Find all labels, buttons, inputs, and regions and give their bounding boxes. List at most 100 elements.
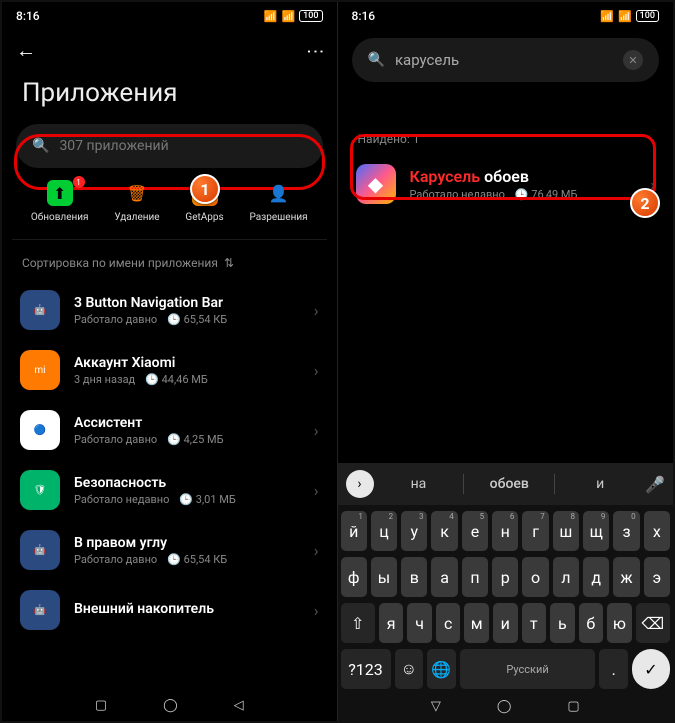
search-input[interactable]: 🔍 307 приложений bbox=[16, 124, 323, 168]
key[interactable]: у3 bbox=[401, 511, 427, 551]
battery-icon: 100 bbox=[299, 10, 322, 22]
app-row[interactable]: 🤖 Внешний накопитель › bbox=[2, 580, 337, 640]
app-subtitle: Работало недавно🕒 3,01 МБ bbox=[74, 493, 300, 506]
back-button[interactable]: ← bbox=[16, 38, 36, 63]
result-title: Карусель обоев bbox=[410, 167, 637, 186]
annotation-badge-1: 1 bbox=[190, 174, 220, 204]
app-icon: mi bbox=[20, 350, 60, 390]
globe-key[interactable]: 🌐 bbox=[427, 649, 456, 689]
nav-back-kbd[interactable]: ▽ bbox=[431, 699, 441, 714]
chevron-right-icon: › bbox=[314, 361, 319, 380]
expand-icon[interactable]: › bbox=[346, 470, 374, 498]
mic-icon[interactable]: 🎤 bbox=[645, 475, 665, 494]
app-row[interactable]: 🤖 В правом углу Работало давно🕒 65,54 КБ… bbox=[2, 520, 337, 580]
key[interactable]: а bbox=[431, 557, 457, 597]
app-icon: 🤖 bbox=[20, 590, 60, 630]
suggestion[interactable]: и bbox=[563, 476, 637, 492]
key[interactable]: ц2 bbox=[371, 511, 397, 551]
key[interactable]: з0 bbox=[613, 511, 639, 551]
key[interactable]: э bbox=[644, 557, 670, 597]
app-row[interactable]: 🤖 3 Button Navigation Bar Работало давно… bbox=[2, 280, 337, 340]
page-title: Приложения bbox=[2, 70, 337, 124]
key[interactable]: т bbox=[522, 603, 547, 643]
shift-key[interactable]: ⇧ bbox=[341, 603, 375, 643]
key[interactable]: ы bbox=[371, 557, 397, 597]
key[interactable]: й1 bbox=[341, 511, 367, 551]
key[interactable]: р bbox=[492, 557, 518, 597]
key[interactable]: ш8 bbox=[553, 511, 579, 551]
nav-recent[interactable]: ▢ bbox=[95, 698, 107, 713]
key[interactable]: ю bbox=[607, 603, 632, 643]
search-input[interactable]: 🔍 карусель ✕ bbox=[352, 38, 660, 82]
app-name: Безопасность bbox=[74, 475, 300, 491]
android-nav-bar: ▽ ◯ ▢ bbox=[341, 695, 671, 717]
battery-icon: 100 bbox=[636, 10, 659, 22]
action-delete[interactable]: 🗑 Удаление bbox=[114, 180, 159, 223]
chevron-right-icon: › bbox=[314, 601, 319, 620]
key[interactable]: к4 bbox=[431, 511, 457, 551]
action-label: Обновления bbox=[31, 212, 89, 223]
clear-icon[interactable]: ✕ bbox=[623, 50, 643, 70]
results-count: Найдено: 1 bbox=[338, 82, 674, 154]
trash-icon: 🗑 bbox=[124, 180, 150, 206]
numeric-key[interactable]: ?123 bbox=[341, 649, 391, 689]
action-label: GetApps bbox=[185, 212, 223, 223]
key[interactable]: я bbox=[379, 603, 404, 643]
key[interactable]: б bbox=[579, 603, 604, 643]
key[interactable]: щ9 bbox=[583, 511, 609, 551]
key[interactable]: м bbox=[464, 603, 489, 643]
period-key[interactable]: . bbox=[599, 649, 628, 689]
key[interactable]: ч bbox=[407, 603, 432, 643]
chevron-right-icon: › bbox=[314, 301, 319, 320]
backspace-key[interactable]: ⌫ bbox=[636, 603, 670, 643]
action-label: Удаление bbox=[114, 212, 159, 223]
key[interactable]: х bbox=[644, 511, 670, 551]
app-row[interactable]: mi Аккаунт Xiaomi 3 дня назад🕒 44,46 МБ … bbox=[2, 340, 337, 400]
nav-home[interactable]: ◯ bbox=[497, 699, 512, 714]
key[interactable]: и bbox=[493, 603, 518, 643]
app-row[interactable]: 🛡 Безопасность Работало недавно🕒 3,01 МБ… bbox=[2, 460, 337, 520]
key[interactable]: с bbox=[436, 603, 461, 643]
suggestion[interactable]: обоев bbox=[472, 476, 546, 492]
action-permissions[interactable]: 👤 Разрешения bbox=[249, 180, 307, 223]
key[interactable]: е5 bbox=[462, 511, 488, 551]
key[interactable]: ф bbox=[341, 557, 367, 597]
keyboard-suggestion-bar: › на обоев и 🎤 bbox=[338, 463, 674, 505]
update-badge: 1 bbox=[73, 176, 85, 188]
overflow-menu[interactable]: ⋮ bbox=[304, 42, 325, 58]
chevron-right-icon: › bbox=[314, 481, 319, 500]
action-label: Разрешения bbox=[249, 212, 307, 223]
key[interactable]: ь bbox=[550, 603, 575, 643]
app-name: 3 Button Navigation Bar bbox=[74, 295, 300, 311]
action-updates[interactable]: ⬆ 1 Обновления bbox=[31, 180, 89, 223]
nav-home[interactable]: ◯ bbox=[163, 698, 178, 713]
app-list: 🤖 3 Button Navigation Bar Работало давно… bbox=[2, 280, 337, 660]
key[interactable]: г7 bbox=[522, 511, 548, 551]
sort-selector[interactable]: Сортировка по имени приложения ⇅ bbox=[2, 240, 337, 280]
key[interactable]: н6 bbox=[492, 511, 518, 551]
key[interactable]: л bbox=[553, 557, 579, 597]
emoji-key[interactable]: ☺ bbox=[395, 649, 424, 689]
keyboard: й1ц2у3к4е5н6г7ш8щ9з0х фывапролджэ ⇧ячсми… bbox=[338, 505, 674, 721]
key[interactable]: в bbox=[401, 557, 427, 597]
key[interactable]: о bbox=[522, 557, 548, 597]
space-key[interactable]: Русский bbox=[460, 649, 596, 689]
suggestion[interactable]: на bbox=[382, 476, 456, 492]
chevron-right-icon: › bbox=[314, 541, 319, 560]
key[interactable]: ж bbox=[613, 557, 639, 597]
key[interactable]: д bbox=[583, 557, 609, 597]
person-icon: 👤 bbox=[266, 180, 292, 206]
app-subtitle: Работало давно🕒 65,54 КБ bbox=[74, 313, 300, 326]
result-subtitle: Работало недавно 🕒 76,49 МБ bbox=[410, 188, 637, 201]
clock: 8:16 bbox=[16, 9, 40, 23]
search-result-row[interactable]: ◆ Карусель обоев Работало недавно 🕒 76,4… bbox=[338, 154, 674, 214]
nav-back[interactable]: ◁ bbox=[234, 698, 244, 713]
app-row[interactable]: 🔵 Ассистент Работало давно🕒 4,25 МБ › bbox=[2, 400, 337, 460]
enter-key[interactable]: ✓ bbox=[632, 649, 670, 689]
clock: 8:16 bbox=[352, 9, 376, 23]
nav-recent[interactable]: ▢ bbox=[567, 699, 579, 714]
sort-label: Сортировка по имени приложения bbox=[22, 256, 218, 270]
android-nav-bar: ▢ ◯ ◁ bbox=[2, 689, 337, 721]
app-icon: 🛡 bbox=[20, 470, 60, 510]
key[interactable]: п bbox=[462, 557, 488, 597]
